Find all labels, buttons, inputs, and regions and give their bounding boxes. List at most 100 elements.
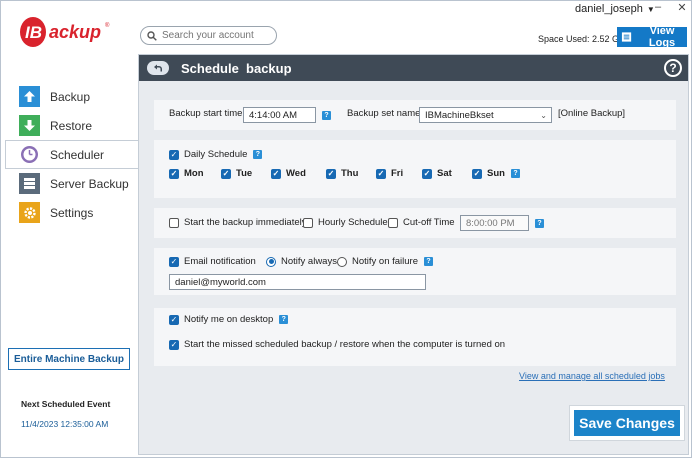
minimize-icon[interactable]: – xyxy=(653,1,663,14)
day-checkbox-tue[interactable]: ✓ Tue xyxy=(221,168,252,179)
view-logs-label: View Logs xyxy=(648,25,676,49)
checkbox-checked-icon: ✓ xyxy=(169,339,179,350)
email-notification-checkbox[interactable]: ✓ Email notification xyxy=(169,256,256,267)
sidebar-item-backup[interactable]: Backup xyxy=(1,82,138,111)
cutoff-time-checkbox[interactable]: Cut-off Time xyxy=(388,217,455,228)
back-arrow-icon xyxy=(154,64,162,72)
back-button[interactable] xyxy=(147,61,169,75)
svg-text:®: ® xyxy=(105,22,110,29)
options-card: Start the backup immediately Hourly Sche… xyxy=(154,208,676,238)
checkbox-checked-icon: ✓ xyxy=(326,168,336,179)
checkbox-checked-icon: ✓ xyxy=(422,168,432,179)
sidebar-item-settings[interactable]: Settings xyxy=(1,198,138,227)
checkbox-checked-icon: ✓ xyxy=(169,256,179,267)
log-icon xyxy=(621,32,632,42)
username: daniel_joseph xyxy=(575,3,643,15)
day-label: Wed xyxy=(286,168,306,179)
svg-text:IB: IB xyxy=(25,23,42,42)
view-scheduled-jobs-link[interactable]: View and manage all scheduled jobs xyxy=(519,371,665,381)
day-checkbox-fri[interactable]: ✓ Fri xyxy=(376,168,403,179)
day-label: Tue xyxy=(236,168,253,179)
page-title: Schedule backup xyxy=(181,60,292,76)
close-icon[interactable]: ✕ xyxy=(677,1,687,14)
download-arrow-icon xyxy=(19,115,40,136)
backup-set-label: Backup set name xyxy=(347,108,421,119)
day-label: Fri xyxy=(391,168,404,179)
sidebar-item-restore[interactable]: Restore xyxy=(1,111,138,140)
help-icon[interactable]: ? xyxy=(253,150,263,159)
help-icon[interactable]: ? xyxy=(510,169,520,178)
notify-desktop-label: Notify me on desktop xyxy=(184,314,274,325)
panel-header: Schedule backup xyxy=(139,55,688,81)
checkbox-checked-icon: ✓ xyxy=(169,149,179,160)
notify-always-radio[interactable]: Notify always xyxy=(266,256,337,267)
checkbox-unchecked-icon xyxy=(388,217,398,228)
checkbox-checked-icon: ✓ xyxy=(169,168,179,179)
help-icon[interactable]: ? xyxy=(424,257,434,266)
next-event-label: Next Scheduled Event xyxy=(21,399,111,409)
radio-unselected-icon xyxy=(337,256,347,267)
notify-failure-radio[interactable]: Notify on failure ? xyxy=(337,256,434,267)
day-checkbox-mon[interactable]: ✓ Mon xyxy=(169,168,204,179)
help-icon[interactable]: ? xyxy=(322,111,331,120)
sidebar-item-server-backup[interactable]: Server Backup xyxy=(1,169,138,198)
help-icon[interactable]: ? xyxy=(279,315,289,324)
daily-schedule-card: ✓ Daily Schedule ? ✓ Mon ✓ Tue ✓ Wed ✓ Thu ✓… xyxy=(154,140,676,198)
day-label: Sun xyxy=(487,168,505,179)
next-event-value: 11/4/2023 12:35:00 AM xyxy=(21,419,109,429)
checkbox-checked-icon: ✓ xyxy=(376,168,386,179)
day-checkbox-thu[interactable]: ✓ Thu xyxy=(326,168,358,179)
cutoff-time-label: Cut-off Time xyxy=(403,217,455,228)
save-button-frame: Save Changes xyxy=(569,405,685,441)
sidebar-item-label: Backup xyxy=(50,89,91,104)
search-box[interactable] xyxy=(140,26,277,45)
day-checkbox-wed[interactable]: ✓ Wed xyxy=(271,168,306,179)
desktop-card: ✓ Notify me on desktop ? ✓ Start the mis… xyxy=(154,308,676,366)
svg-text:ackup: ackup xyxy=(49,22,101,42)
day-checkbox-sun[interactable]: ✓ Sun? xyxy=(472,168,520,179)
help-icon[interactable]: ? xyxy=(664,59,682,77)
backup-set-type: [Online Backup] xyxy=(558,108,626,119)
checkbox-unchecked-icon xyxy=(169,217,179,228)
start-time-label: Backup start time: xyxy=(169,108,246,119)
missed-backup-checkbox[interactable]: ✓ Start the missed scheduled backup / re… xyxy=(169,339,505,350)
backup-set-select[interactable]: IBMachineBkset ⌄ xyxy=(419,107,552,123)
email-input[interactable]: daniel@myworld.com xyxy=(169,274,426,290)
start-immediately-checkbox[interactable]: Start the backup immediately xyxy=(169,217,307,228)
email-card: ✓ Email notification Notify always Notif… xyxy=(154,248,676,295)
daily-schedule-checkbox[interactable]: ✓ Daily Schedule ? xyxy=(169,149,263,160)
sidebar-item-label: Server Backup xyxy=(50,176,129,191)
notify-desktop-checkbox[interactable]: ✓ Notify me on desktop ? xyxy=(169,314,289,325)
sidebar-item-label: Scheduler xyxy=(50,147,105,162)
search-input[interactable] xyxy=(162,30,272,41)
notify-always-label: Notify always xyxy=(281,256,337,267)
help-icon[interactable]: ? xyxy=(535,219,544,228)
chevron-down-icon: ⌄ xyxy=(540,110,547,120)
entire-machine-backup-button[interactable]: Entire Machine Backup xyxy=(8,348,130,370)
user-menu[interactable]: daniel_joseph ▼ xyxy=(575,3,655,15)
window-controls: – ✕ xyxy=(653,1,687,14)
email-notification-label: Email notification xyxy=(184,256,256,267)
space-used: Space Used: 2.52 GB xyxy=(538,34,626,44)
backup-set-value: IBMachineBkset xyxy=(425,109,494,121)
daily-schedule-label: Daily Schedule xyxy=(184,149,248,160)
view-logs-button[interactable]: View Logs xyxy=(617,25,687,49)
clock-icon xyxy=(19,144,40,165)
checkbox-checked-icon: ✓ xyxy=(169,314,179,325)
hourly-schedule-checkbox[interactable]: Hourly Schedule xyxy=(303,217,388,228)
radio-selected-icon xyxy=(266,256,276,267)
hourly-schedule-label: Hourly Schedule xyxy=(318,217,388,228)
cutoff-time-input[interactable]: 8:00:00 PM xyxy=(460,215,529,231)
start-time-input[interactable]: 4:14:00 AM xyxy=(243,107,316,123)
day-checkbox-sat[interactable]: ✓ Sat xyxy=(422,168,452,179)
checkbox-unchecked-icon xyxy=(303,217,313,228)
save-changes-button[interactable]: Save Changes xyxy=(574,410,680,436)
gear-icon xyxy=(19,202,40,223)
server-icon xyxy=(19,173,40,194)
sidebar-item-label: Restore xyxy=(50,118,93,133)
missed-backup-label: Start the missed scheduled backup / rest… xyxy=(184,339,506,350)
start-time-card: Backup start time: 4:14:00 AM ? Backup s… xyxy=(154,100,676,130)
sidebar-item-scheduler[interactable]: Scheduler xyxy=(5,140,138,169)
checkbox-checked-icon: ✓ xyxy=(271,168,281,179)
search-icon xyxy=(147,30,157,41)
